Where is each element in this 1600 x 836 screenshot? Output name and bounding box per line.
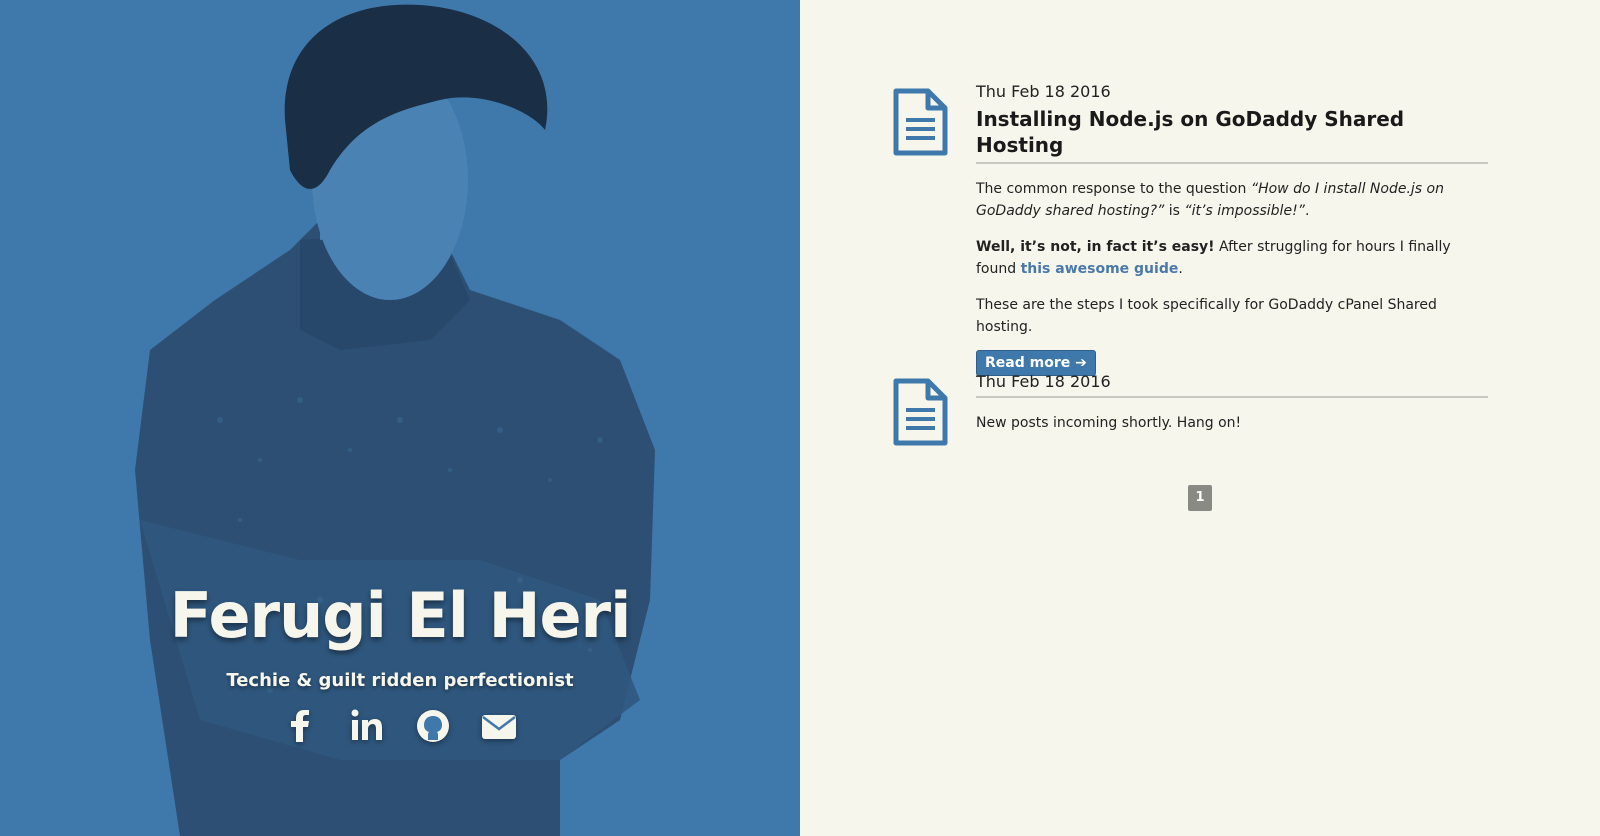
- hero-name: Ferugi El Heri: [169, 579, 632, 652]
- hero-tagline: Techie & guilt ridden perfectionist: [226, 670, 574, 691]
- post-quote: “it’s impossible!”: [1184, 203, 1305, 219]
- post-date: Thu Feb 18 2016: [976, 82, 1111, 101]
- hero-panel: Ferugi El Heri Techie & guilt ridden per…: [0, 0, 800, 836]
- post-text: .: [1178, 261, 1183, 277]
- facebook-icon: [291, 710, 309, 742]
- post-date: Thu Feb 18 2016: [976, 372, 1488, 398]
- social-links: [0, 708, 800, 744]
- linkedin-icon: [351, 709, 382, 740]
- document-icon: [893, 88, 948, 156]
- post-paragraph: The common response to the question “How…: [976, 178, 1488, 222]
- github-link[interactable]: [415, 708, 451, 744]
- linkedin-link[interactable]: [349, 708, 385, 744]
- pagination-page-1[interactable]: 1: [1188, 485, 1212, 511]
- post-paragraph: Well, it’s not, in fact it’s easy! After…: [976, 236, 1488, 280]
- guide-link[interactable]: this awesome guide: [1021, 261, 1179, 277]
- post-paragraph: New posts incoming shortly. Hang on!: [976, 415, 1242, 431]
- document-icon: [893, 378, 948, 446]
- post-text: is: [1164, 203, 1185, 219]
- blog-content: Thu Feb 18 2016 Installing Node.js on Go…: [800, 0, 1600, 836]
- post-emphasis: Well, it’s not, in fact it’s easy!: [976, 239, 1215, 255]
- email-link[interactable]: [481, 708, 517, 744]
- post-body: Thu Feb 18 2016 New posts incoming short…: [976, 372, 1488, 434]
- envelope-icon: [482, 715, 516, 739]
- post-text: The common response to the question: [976, 181, 1251, 197]
- post-text: .: [1304, 203, 1310, 219]
- facebook-link[interactable]: [283, 708, 319, 744]
- post-paragraph: These are the steps I took specifically …: [976, 297, 1437, 335]
- post-title[interactable]: Installing Node.js on GoDaddy Shared Hos…: [976, 106, 1488, 164]
- github-icon: [417, 710, 449, 742]
- post-body: Thu Feb 18 2016 Installing Node.js on Go…: [976, 82, 1488, 376]
